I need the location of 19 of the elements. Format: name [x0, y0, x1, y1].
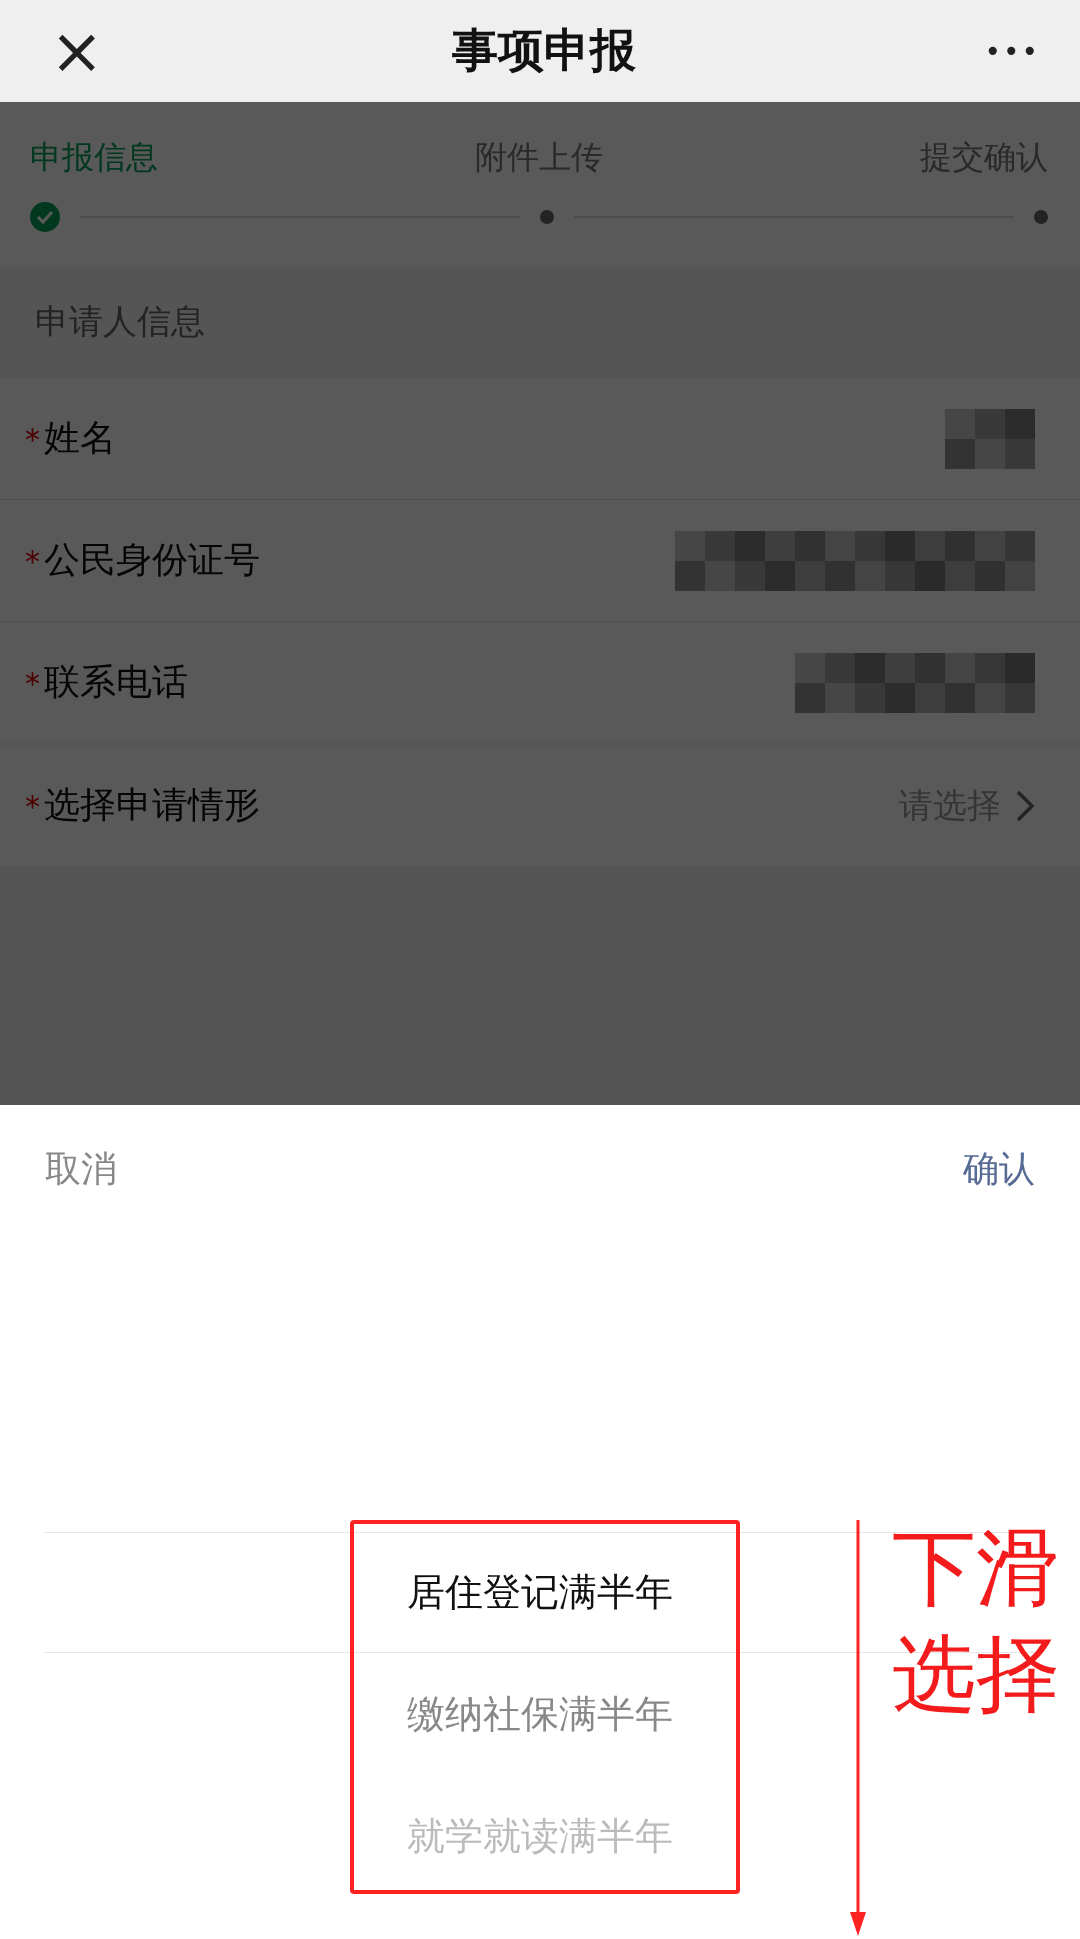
picker-option[interactable]: 居住登记满半年	[407, 1531, 673, 1653]
field-label: 姓名	[44, 417, 116, 458]
required-mark: *	[25, 422, 40, 457]
field-label: 联系电话	[44, 661, 188, 702]
close-button[interactable]: ×	[50, 19, 104, 83]
picker-option[interactable]: 缴纳社保满半年	[407, 1653, 673, 1775]
annotation-text: 选择	[892, 1624, 1060, 1725]
field-label: 选择申请情形	[44, 784, 260, 825]
more-button[interactable]: •••	[984, 34, 1040, 68]
required-mark: *	[25, 666, 40, 701]
field-label: 公民身份证号	[44, 539, 260, 580]
required-mark: *	[25, 544, 40, 579]
step-label: 申报信息	[30, 136, 158, 178]
confirm-button[interactable]: 确认	[963, 1145, 1035, 1194]
cancel-button[interactable]: 取消	[45, 1145, 117, 1194]
page-title: 事项申报	[452, 22, 637, 79]
annotation-text: 下滑	[892, 1518, 1060, 1619]
required-mark: *	[25, 789, 40, 824]
chevron-icon	[1015, 788, 1035, 823]
